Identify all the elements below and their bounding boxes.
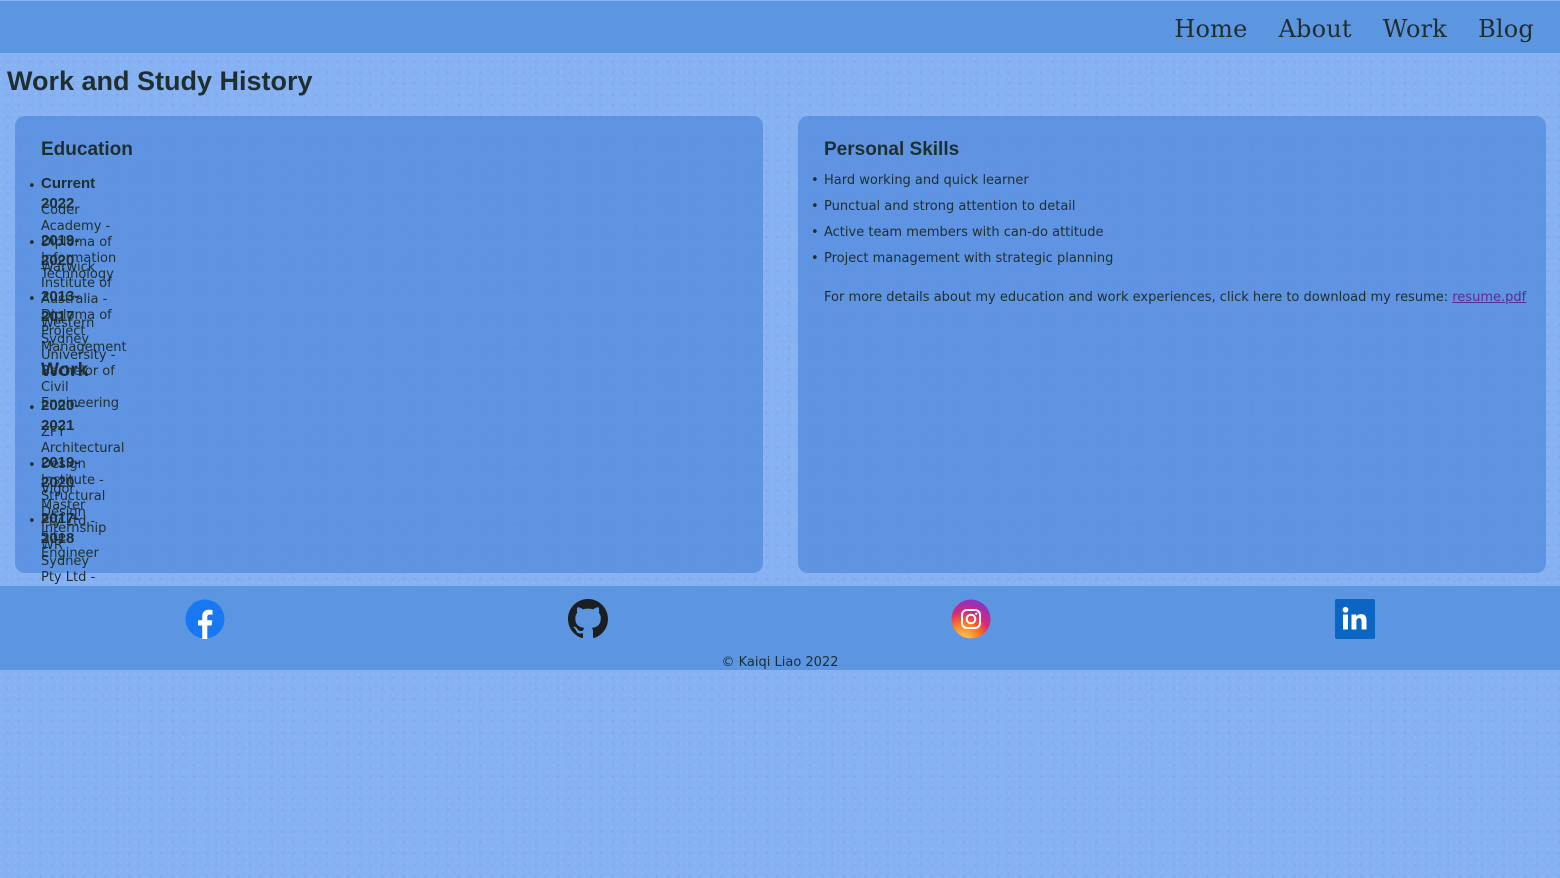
footer: © Kaiqi Liao 2022 — [0, 586, 1560, 670]
skills-list: • Hard working and quick learner • Punct… — [811, 173, 1114, 277]
bullet-icon: • — [811, 173, 819, 188]
skill-text: Active team members with can-do attitude — [824, 225, 1104, 240]
nav-about-link[interactable]: About — [1279, 11, 1352, 47]
resume-text: For more details about my education and … — [824, 290, 1453, 305]
skills-heading: Personal Skills — [824, 139, 960, 160]
bullet-icon: • — [28, 514, 36, 529]
bullet-icon: • — [28, 457, 36, 473]
work-heading: Work — [41, 360, 89, 381]
skills-card: Personal Skills • Hard working and quick… — [798, 116, 1546, 573]
skill-item: • Active team members with can-do attitu… — [811, 225, 1113, 251]
page-title: Work and Study History — [7, 66, 313, 96]
linkedin-icon[interactable] — [1335, 599, 1375, 639]
bullet-icon: • — [28, 179, 36, 194]
skill-text: Punctual and strong attention to detail — [824, 199, 1076, 214]
nav-links: Home About Work Blog — [1174, 11, 1534, 47]
bullet-icon: • — [28, 401, 36, 416]
skill-item: • Hard working and quick learner — [811, 173, 1113, 199]
skill-item: • Project management with strategic plan… — [811, 251, 1114, 277]
bullet-icon: • — [811, 251, 819, 266]
instagram-icon[interactable] — [951, 599, 991, 639]
skill-item: • Punctual and strong attention to detai… — [811, 199, 1113, 225]
resume-paragraph: For more details about my education and … — [824, 290, 1526, 306]
bullet-icon: • — [811, 225, 819, 240]
bullet-icon: • — [811, 199, 819, 214]
bullet-icon: • — [28, 235, 36, 251]
education-heading: Education — [41, 139, 133, 160]
github-icon[interactable] — [568, 599, 608, 639]
nav-work-link[interactable]: Work — [1383, 11, 1447, 47]
history-card: Education • Current 2022 Coder Academy -… — [15, 116, 763, 617]
navbar: Home About Work Blog — [0, 1, 1560, 53]
nav-blog-link[interactable]: Blog — [1478, 11, 1534, 47]
nav-home-link[interactable]: Home — [1174, 11, 1247, 47]
copyright: © Kaiqi Liao 2022 — [721, 655, 839, 670]
resume-download-link[interactable]: resume.pdf — [1452, 290, 1526, 305]
skill-text: Hard working and quick learner — [824, 173, 1029, 188]
skill-text: Project management with strategic planni… — [824, 251, 1114, 266]
facebook-icon[interactable] — [185, 599, 225, 639]
bullet-icon: • — [28, 292, 36, 307]
